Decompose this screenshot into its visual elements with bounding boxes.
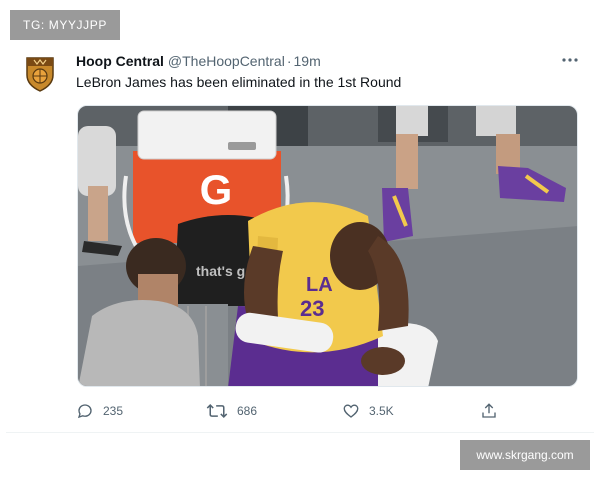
author-handle[interactable]: @TheHoopCentral bbox=[168, 53, 285, 69]
retweet-button[interactable]: 686 bbox=[206, 400, 257, 422]
like-button[interactable]: 3.5K bbox=[342, 400, 394, 422]
tweet-time[interactable]: 19m bbox=[294, 53, 321, 69]
like-count: 3.5K bbox=[369, 404, 394, 418]
author-name[interactable]: Hoop Central bbox=[76, 53, 164, 69]
more-icon[interactable] bbox=[558, 52, 582, 68]
share-icon bbox=[482, 403, 496, 418]
jersey-text: LA bbox=[306, 274, 333, 296]
chair-text: that's g bbox=[196, 263, 245, 279]
share-button[interactable] bbox=[480, 400, 507, 422]
tweet-media-image[interactable]: G that's g LA 23 bbox=[77, 105, 578, 387]
divider bbox=[6, 432, 594, 433]
jersey-number: 23 bbox=[300, 296, 324, 321]
watermark-site: www.skrgang.com bbox=[460, 440, 590, 470]
tweet-text: LeBron James has been eliminated in the … bbox=[76, 74, 402, 90]
retweet-count: 686 bbox=[237, 404, 258, 418]
reply-icon bbox=[77, 404, 92, 419]
separator-dot: · bbox=[286, 53, 292, 69]
like-icon bbox=[343, 404, 359, 418]
avatar[interactable] bbox=[24, 55, 56, 93]
retweet-icon bbox=[206, 403, 228, 419]
tweet-actions: 235 686 3.5K bbox=[76, 400, 506, 422]
reply-button[interactable]: 235 bbox=[76, 400, 123, 422]
reply-count: 235 bbox=[103, 404, 124, 418]
watermark-tg: TG: MYYJJPP bbox=[10, 10, 120, 40]
cooler-logo-text: G bbox=[200, 166, 233, 213]
tweet-header: Hoop Central @TheHoopCentral · 19m bbox=[76, 52, 536, 70]
